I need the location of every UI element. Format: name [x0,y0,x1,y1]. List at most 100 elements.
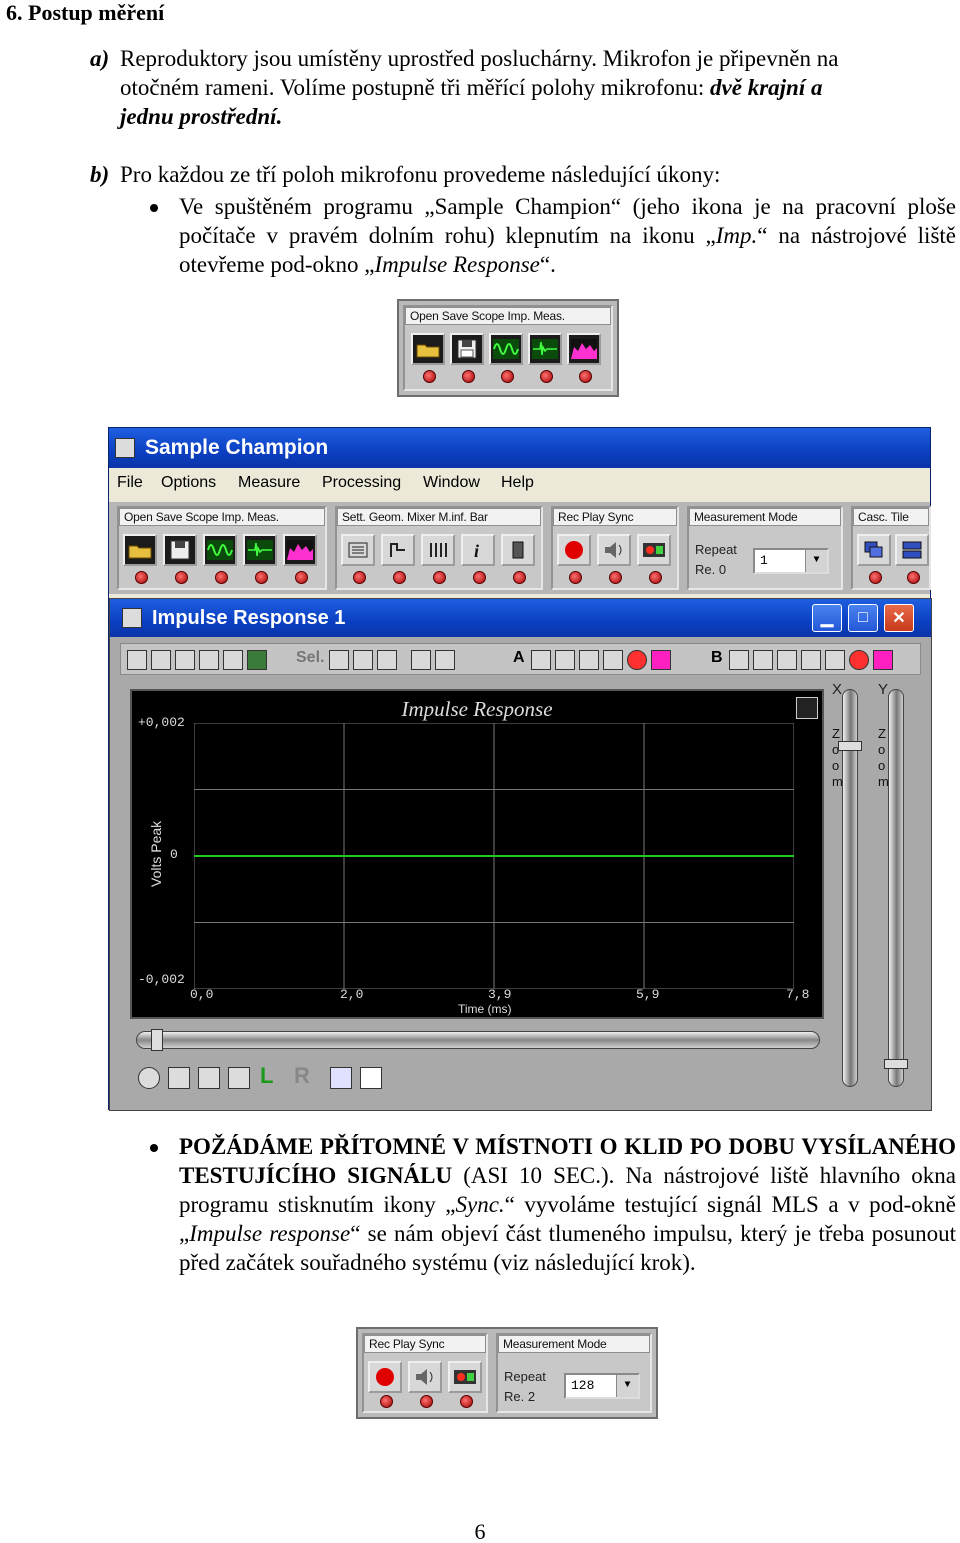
record-icon[interactable] [557,534,591,566]
spectrum-icon[interactable] [651,650,671,670]
camera-icon[interactable] [199,650,219,670]
minimize-button[interactable]: ▁ [812,604,842,632]
toolbar-group-rec: Rec Play Sync [362,1333,488,1413]
menu-file[interactable]: File [117,468,143,498]
info-icon[interactable]: i [461,534,495,566]
repeat-value: 1 [760,553,768,568]
left-channel-label[interactable]: L [260,1063,273,1089]
y-tick-label: 0 [170,847,178,862]
stop-icon[interactable] [627,650,647,670]
list-icon[interactable] [801,650,821,670]
zoom-x-thumb[interactable] [838,741,862,751]
print-icon[interactable] [223,650,243,670]
window-icon[interactable] [579,650,599,670]
properties-icon[interactable] [168,1067,190,1089]
repeat-select[interactable]: 1 ▼ [753,548,829,574]
bullet-1-impulse-response: Impulse Response [374,252,540,277]
horizontal-scrollbar[interactable] [136,1029,820,1051]
measure-spectrum-icon[interactable] [283,534,317,566]
sync-icon[interactable] [637,534,671,566]
paragraph-a-label: a) [90,46,110,71]
save-icon[interactable] [330,1067,352,1089]
sync-icon[interactable] [448,1361,482,1393]
chart-title: Impulse Response [401,697,553,721]
list-icon[interactable] [825,650,845,670]
chevron-down-icon[interactable]: ▼ [805,550,827,572]
repeat-label: Repeat [504,1369,546,1384]
window-icon[interactable] [377,650,397,670]
open-folder-icon[interactable] [123,534,157,566]
menu-processing[interactable]: Processing [322,468,401,498]
zoom-y-slider[interactable] [888,689,904,1087]
spectrum-icon[interactable] [873,650,893,670]
new-page-icon[interactable] [360,1067,382,1089]
chevron-down-icon[interactable]: ▼ [616,1375,638,1397]
stop-icon[interactable] [849,650,869,670]
open-folder-icon[interactable] [411,333,445,365]
save-disk-icon[interactable] [163,534,197,566]
bar-icon[interactable] [501,534,535,566]
impulse-icon[interactable] [243,534,277,566]
subwindow-title: Impulse Response 1 [152,607,346,629]
mixer-icon[interactable] [421,534,455,566]
paragraph-a-line2: otočném rameni. Volíme postupně tři měří… [120,75,711,100]
copy-icon[interactable] [555,650,575,670]
zoom-y-axis-label: Y [878,681,889,698]
clipboard-icon[interactable] [198,1067,220,1089]
paragraph-a-line1: Reproduktory jsou umístěny uprostřed pos… [120,46,839,71]
y-axis-title: Volts Peak [148,820,164,887]
scope-wave-icon[interactable] [203,534,237,566]
play-speaker-icon[interactable] [597,534,631,566]
maximize-button[interactable]: □ [848,604,878,632]
save-disk-icon[interactable] [450,333,484,365]
main-toolbar: Open Save Scope Imp. Meas. Sett. Geom. M… [109,502,931,594]
app-title-bar[interactable]: Sample Champion [109,428,930,468]
zoom-y-thumb[interactable] [884,1059,908,1069]
settings-icon[interactable] [341,534,375,566]
zoom-icon[interactable] [151,650,171,670]
record-icon[interactable] [368,1361,402,1393]
led-indicator-icon [540,370,553,383]
toolbar-group-file: Open Save Scope Imp. Meas. [117,506,327,590]
copy-icon[interactable] [753,650,773,670]
plot-settings-icon[interactable] [796,697,818,719]
menu-help[interactable]: Help [501,468,534,498]
x-tick-label: 3,9 [488,987,512,1002]
grid-icon[interactable] [729,650,749,670]
right-channel-label[interactable]: R [294,1063,310,1089]
play-speaker-icon[interactable] [408,1361,442,1393]
paragraph-b-label: b) [90,162,110,187]
bottom-icon-row: L R [134,1061,554,1095]
impulse-icon[interactable] [528,333,562,365]
grid-icon[interactable] [531,650,551,670]
geometry-icon[interactable] [381,534,415,566]
plot-area[interactable] [194,723,794,989]
tile-icon[interactable] [895,534,929,566]
scope-wave-icon[interactable] [489,333,523,365]
magnifier-icon[interactable] [138,1067,160,1089]
window-icon[interactable] [777,650,797,670]
toolbar-group-title: Open Save Scope Imp. Meas. [119,508,325,526]
cascade-icon[interactable] [857,534,891,566]
menu-options[interactable]: Options [161,468,216,498]
refresh-icon[interactable] [435,650,455,670]
repeat-select[interactable]: 128 ▼ [564,1373,640,1399]
menu-measure[interactable]: Measure [238,468,300,498]
menu-window[interactable]: Window [423,468,480,498]
list-icon[interactable] [411,650,431,670]
led-indicator-icon [460,1395,473,1408]
scroll-thumb[interactable] [151,1029,163,1051]
subwindow-title-bar[interactable]: Impulse Response 1 [110,599,931,637]
led-indicator-icon [513,571,526,584]
bullet-1: Ve spuštěném programu „Sample Champion“ … [150,192,956,279]
books-icon[interactable] [247,650,267,670]
close-button[interactable]: ✕ [884,604,914,632]
cursor-icon[interactable] [127,650,147,670]
copy-icon[interactable] [228,1067,250,1089]
export-icon[interactable] [175,650,195,670]
led-indicator-icon [393,571,406,584]
list-icon[interactable] [603,650,623,670]
measure-spectrum-icon[interactable] [567,333,601,365]
copy-icon[interactable] [353,650,373,670]
grid-icon[interactable] [329,650,349,670]
